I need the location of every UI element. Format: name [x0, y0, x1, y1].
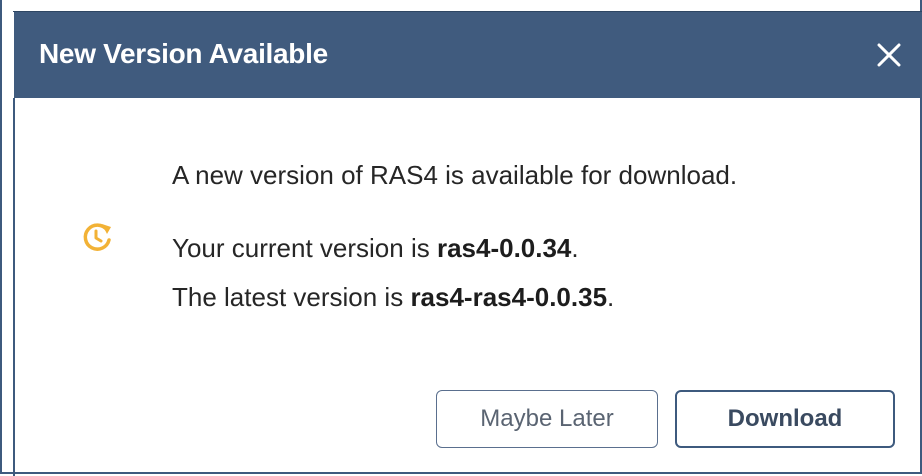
update-message: A new version of RAS4 is available for d…	[172, 160, 738, 190]
latest-version-line: The latest version is ras4-ras4-0.0.35.	[172, 282, 614, 313]
dialog-titlebar: New Version Available	[14, 12, 922, 98]
close-button[interactable]	[868, 34, 910, 76]
current-version-line: Your current version is ras4-0.0.34.	[172, 233, 579, 264]
refresh-clock-icon	[83, 223, 111, 251]
current-version-value: ras4-0.0.34	[436, 233, 572, 263]
latest-version-value: ras4-ras4-0.0.35	[410, 282, 608, 312]
download-button[interactable]: Download	[675, 390, 895, 448]
current-version-prefix: Your current version is	[172, 233, 437, 263]
current-version-suffix: .	[571, 233, 579, 263]
maybe-later-button[interactable]: Maybe Later	[436, 390, 658, 448]
latest-version-prefix: The latest version is	[172, 282, 411, 312]
close-icon	[877, 43, 901, 67]
dialog-left-border	[13, 98, 15, 476]
update-dialog: New Version Available A new version of R…	[0, 0, 922, 476]
latest-version-suffix: .	[607, 282, 615, 312]
dialog-title: New Version Available	[39, 38, 328, 69]
